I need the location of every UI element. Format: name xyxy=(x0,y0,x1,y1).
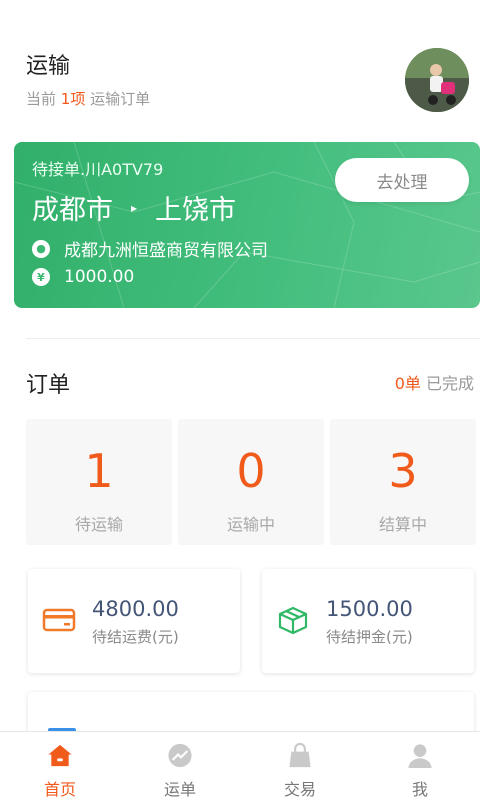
stat-label: 运输中 xyxy=(226,515,275,534)
tab-trade[interactable]: 交易 xyxy=(240,732,360,800)
location-icon: ● xyxy=(32,239,50,258)
avatar[interactable] xyxy=(405,48,469,112)
card-icon xyxy=(42,608,76,632)
tab-me[interactable]: 我 xyxy=(360,732,480,800)
route: 成都市 ▸ 上饶市 xyxy=(32,188,236,227)
stat-in-transit[interactable]: 0 运输中 xyxy=(178,419,324,545)
stat-label: 结算中 xyxy=(378,515,427,534)
completed-orders[interactable]: 0单 已完成 xyxy=(395,370,474,394)
tab-label: 我 xyxy=(411,780,428,799)
user-icon xyxy=(408,744,432,769)
stat-label: 待运输 xyxy=(74,515,123,534)
orders-title: 订单 xyxy=(26,373,71,398)
current-order-card[interactable]: 待接单.川A0TV79 成都市 ▸ 上饶市 去处理 ● 成都九洲恒盛商贸有限公司… xyxy=(14,142,480,308)
tab-waybill[interactable]: 运单 xyxy=(120,732,240,800)
stat-value: 1 xyxy=(84,444,114,498)
stat-value: 0 xyxy=(236,444,266,498)
completed-count: 0单 xyxy=(394,374,421,393)
home-icon xyxy=(48,744,72,767)
divider xyxy=(26,338,480,339)
stat-value: 3 xyxy=(388,444,418,498)
bottom-tab-bar: 首页 运单 交易 我 xyxy=(0,731,480,800)
page-title: 运输 xyxy=(26,54,71,79)
stat-pending-transport[interactable]: 1 待运输 xyxy=(26,419,172,545)
summary-count: 1项 xyxy=(60,90,86,108)
freight-label: 待结运费(元) xyxy=(92,628,179,646)
order-code: 待接单.川A0TV79 xyxy=(32,160,164,179)
summary-prefix: 当前 xyxy=(26,90,57,108)
stat-settling[interactable]: 3 结算中 xyxy=(330,419,476,545)
pending-deposit-card[interactable]: 1500.00 待结押金(元) xyxy=(262,569,474,673)
tab-label: 首页 xyxy=(43,780,76,799)
tab-label: 交易 xyxy=(283,780,316,799)
route-to: 上饶市 xyxy=(155,195,237,226)
route-from: 成都市 xyxy=(32,195,113,226)
box-icon xyxy=(278,606,308,635)
deposit-amount: 1500.00 xyxy=(326,597,413,621)
deposit-label: 待结押金(元) xyxy=(326,628,413,646)
amount-row: ¥ 1000.00 xyxy=(32,267,134,287)
completed-label: 已完成 xyxy=(425,374,474,393)
waybill-icon xyxy=(168,743,192,768)
freight-amount: 4800.00 xyxy=(92,597,179,621)
bag-icon xyxy=(289,742,311,768)
company-name: 成都九洲恒盛商贸有限公司 xyxy=(64,241,268,261)
route-arrow-icon: ▸ xyxy=(131,200,138,215)
transport-summary: 当前 1项 运输订单 xyxy=(26,88,150,109)
company-row: ● 成都九洲恒盛商贸有限公司 xyxy=(32,236,268,261)
page-header: 运输 当前 1项 运输订单 xyxy=(26,48,150,109)
pending-freight-card[interactable]: 4800.00 待结运费(元) xyxy=(28,569,240,673)
yen-icon: ¥ xyxy=(32,268,50,286)
avatar-photo xyxy=(405,48,469,112)
tab-label: 运单 xyxy=(163,780,196,799)
tab-home[interactable]: 首页 xyxy=(0,732,120,800)
process-button[interactable]: 去处理 xyxy=(335,158,469,202)
summary-suffix: 运输订单 xyxy=(90,90,151,108)
order-amount: 1000.00 xyxy=(64,267,135,287)
